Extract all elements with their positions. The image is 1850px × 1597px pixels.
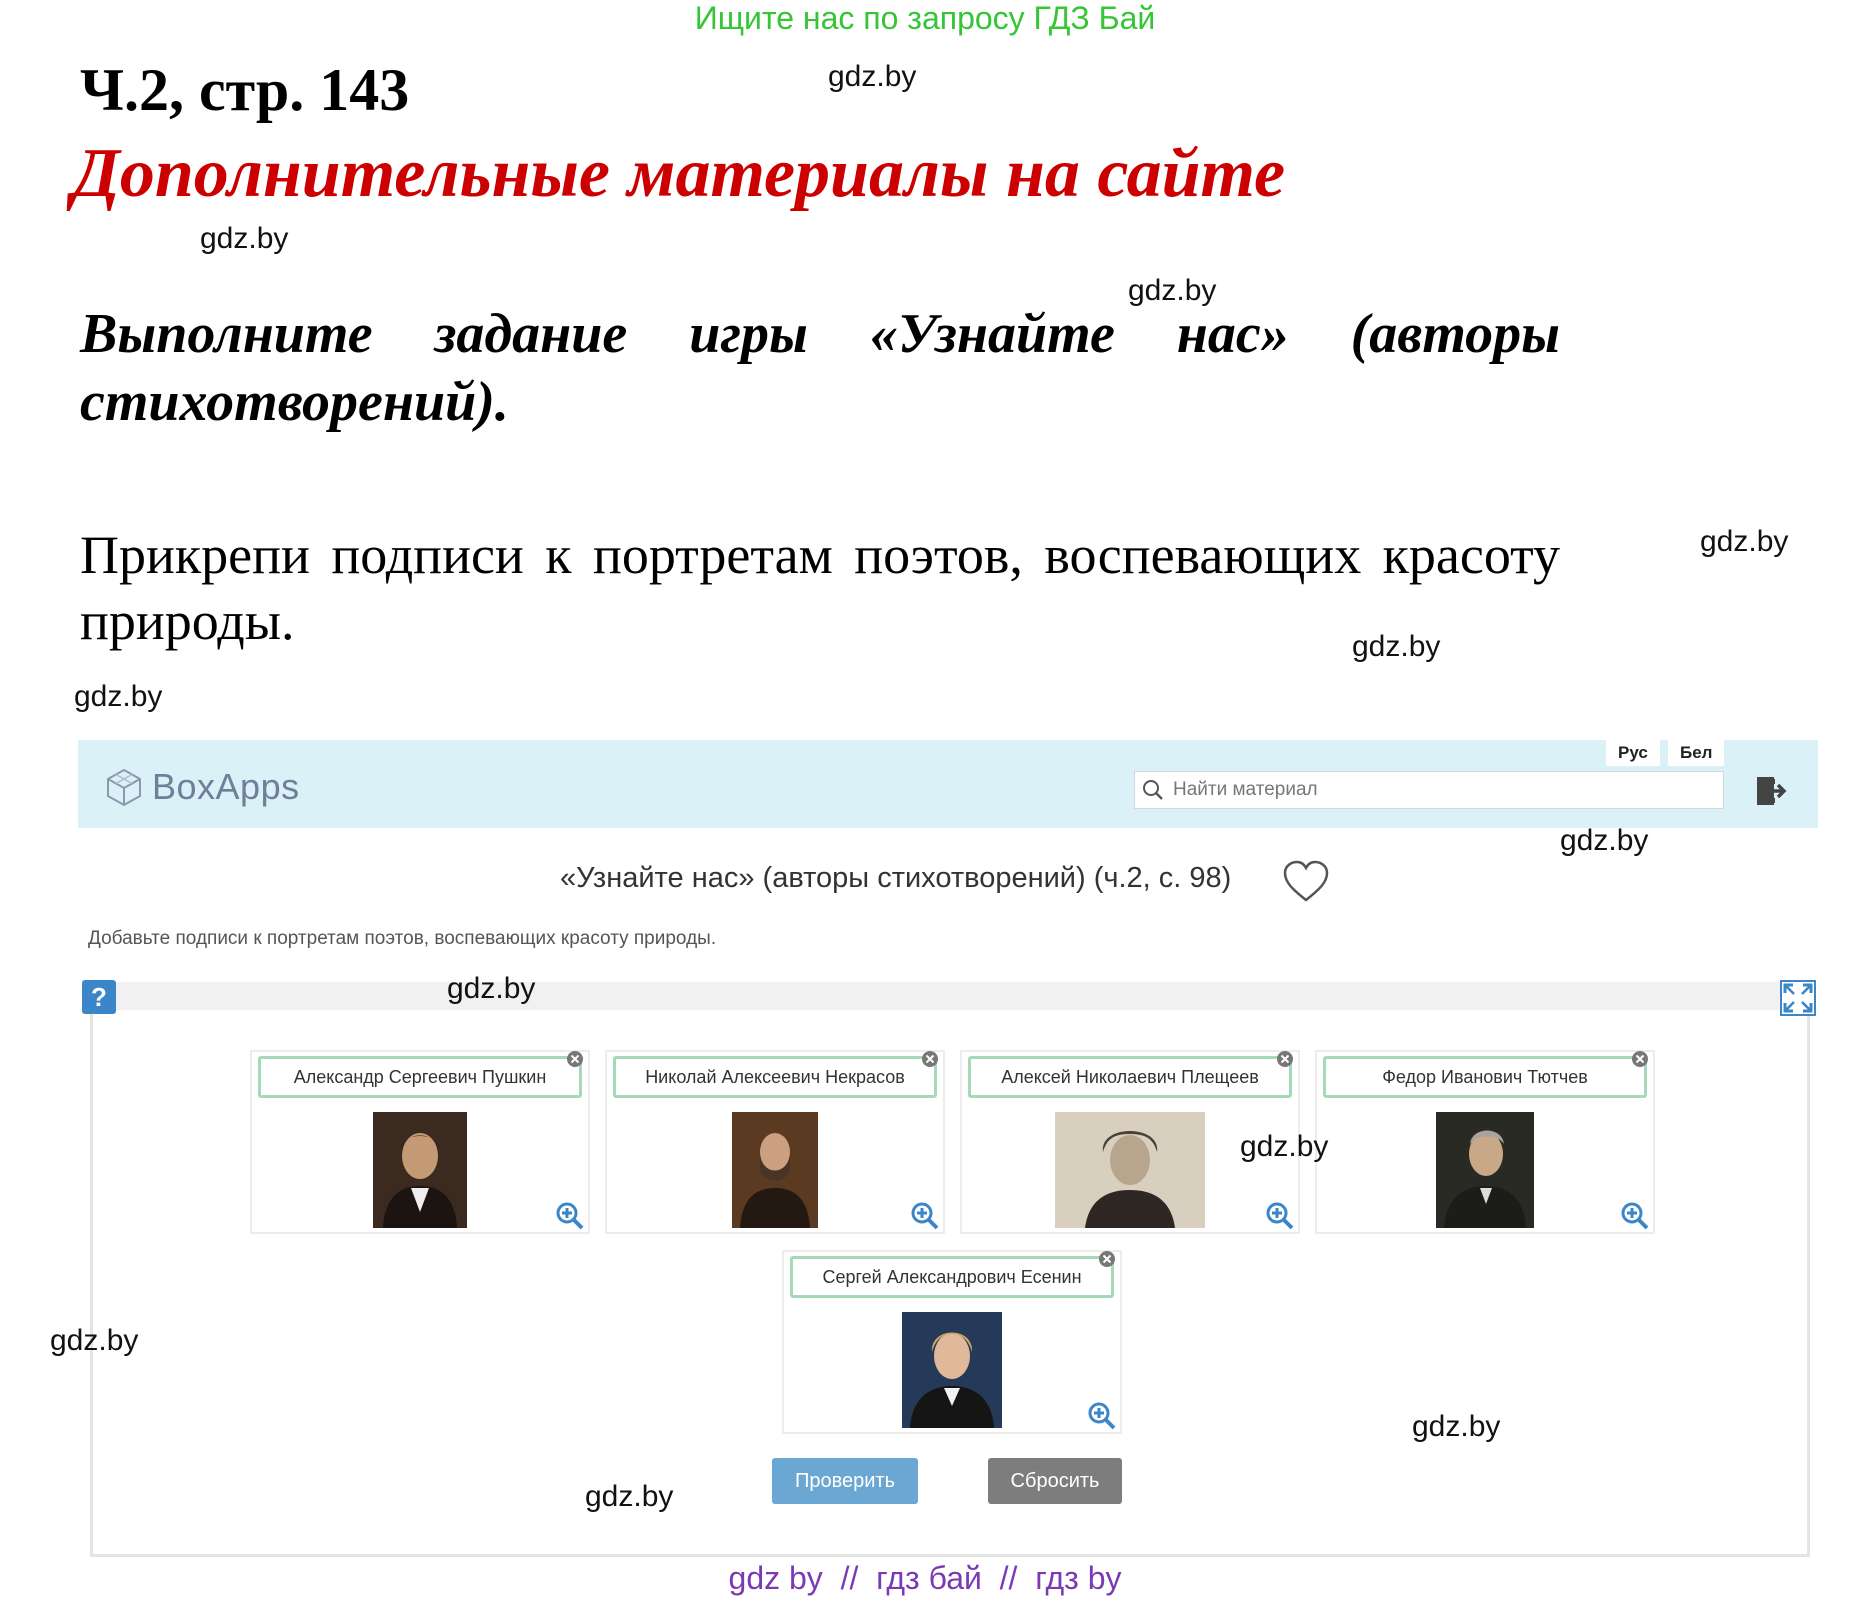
watermark: gdz.by <box>1560 824 1649 857</box>
portrait-card[interactable]: Александр Сергеевич Пушкин <box>250 1050 590 1234</box>
watermark: gdz.by <box>1240 1130 1329 1163</box>
activity-description: Добавьте подписи к портретам поэтов, вос… <box>88 928 717 949</box>
search-input[interactable] <box>1171 778 1715 802</box>
portrait-image <box>373 1112 467 1228</box>
watermark: gdz.by <box>1352 630 1441 663</box>
portrait-image <box>1436 1112 1534 1228</box>
close-icon[interactable] <box>921 1050 939 1068</box>
caption-label[interactable]: Александр Сергеевич Пушкин <box>258 1056 582 1098</box>
instruction-text: Прикрепи подписи к портретам поэтов, вос… <box>80 525 1560 651</box>
task-text: Выполните задание игры «Узнайте нас» (ав… <box>80 303 1560 433</box>
lang-ru-button[interactable]: Рус <box>1606 740 1660 766</box>
portrait-image <box>902 1312 1002 1428</box>
watermark: gdz.by <box>1700 525 1789 558</box>
boxapps-logo[interactable]: BoxApps <box>104 766 300 808</box>
watermark: gdz.by <box>200 222 289 255</box>
favorite-heart-icon[interactable] <box>1282 860 1330 908</box>
zoom-in-icon[interactable] <box>1266 1202 1294 1230</box>
close-icon[interactable] <box>1276 1050 1294 1068</box>
zoom-in-icon[interactable] <box>1088 1402 1116 1430</box>
portrait-card[interactable]: Сергей Александрович Есенин <box>782 1250 1122 1434</box>
search-icon[interactable] <box>1135 772 1171 808</box>
search-box <box>1134 771 1724 809</box>
cube-logo-icon <box>107 768 141 807</box>
close-icon[interactable] <box>566 1050 584 1068</box>
caption-label[interactable]: Сергей Александрович Есенин <box>790 1256 1114 1298</box>
activity-title: «Узнайте нас» (авторы стихотворений) (ч.… <box>560 862 1232 894</box>
watermark: gdz.by <box>585 1480 674 1513</box>
reset-button[interactable]: Сбросить <box>988 1458 1122 1504</box>
watermark: gdz.by <box>1412 1410 1501 1443</box>
caption-label[interactable]: Николай Алексеевич Некрасов <box>613 1056 937 1098</box>
page-reference: Ч.2, стр. 143 <box>80 57 410 123</box>
watermark: gdz.by <box>447 972 536 1005</box>
top-banner: Ищите нас по запросу ГДЗ Бай <box>694 0 1156 36</box>
logout-icon[interactable] <box>1754 774 1788 812</box>
close-icon[interactable] <box>1098 1250 1116 1268</box>
help-button[interactable]: ? <box>82 980 116 1014</box>
check-button[interactable]: Проверить <box>772 1458 918 1504</box>
caption-label[interactable]: Алексей Николаевич Плещеев <box>968 1056 1292 1098</box>
watermark: gdz.by <box>74 680 163 713</box>
footer-links: gdz by // гдз бай // гдз by <box>728 1560 1122 1596</box>
close-icon[interactable] <box>1631 1050 1649 1068</box>
portrait-image <box>732 1112 818 1228</box>
watermark: gdz.by <box>828 60 917 93</box>
zoom-in-icon[interactable] <box>911 1202 939 1230</box>
fullscreen-icon[interactable] <box>1780 980 1816 1020</box>
watermark: gdz.by <box>1128 274 1217 307</box>
portrait-card[interactable]: Николай Алексеевич Некрасов <box>605 1050 945 1234</box>
logo-text: BoxApps <box>152 766 300 807</box>
watermark: gdz.by <box>50 1324 139 1357</box>
caption-label[interactable]: Федор Иванович Тютчев <box>1323 1056 1647 1098</box>
portrait-image <box>1055 1112 1205 1228</box>
portrait-card[interactable]: Федор Иванович Тютчев <box>1315 1050 1655 1234</box>
section-title: Дополнительные материалы на сайте <box>72 135 1286 212</box>
lang-by-button[interactable]: Бел <box>1668 740 1725 766</box>
zoom-in-icon[interactable] <box>556 1202 584 1230</box>
zoom-in-icon[interactable] <box>1621 1202 1649 1230</box>
